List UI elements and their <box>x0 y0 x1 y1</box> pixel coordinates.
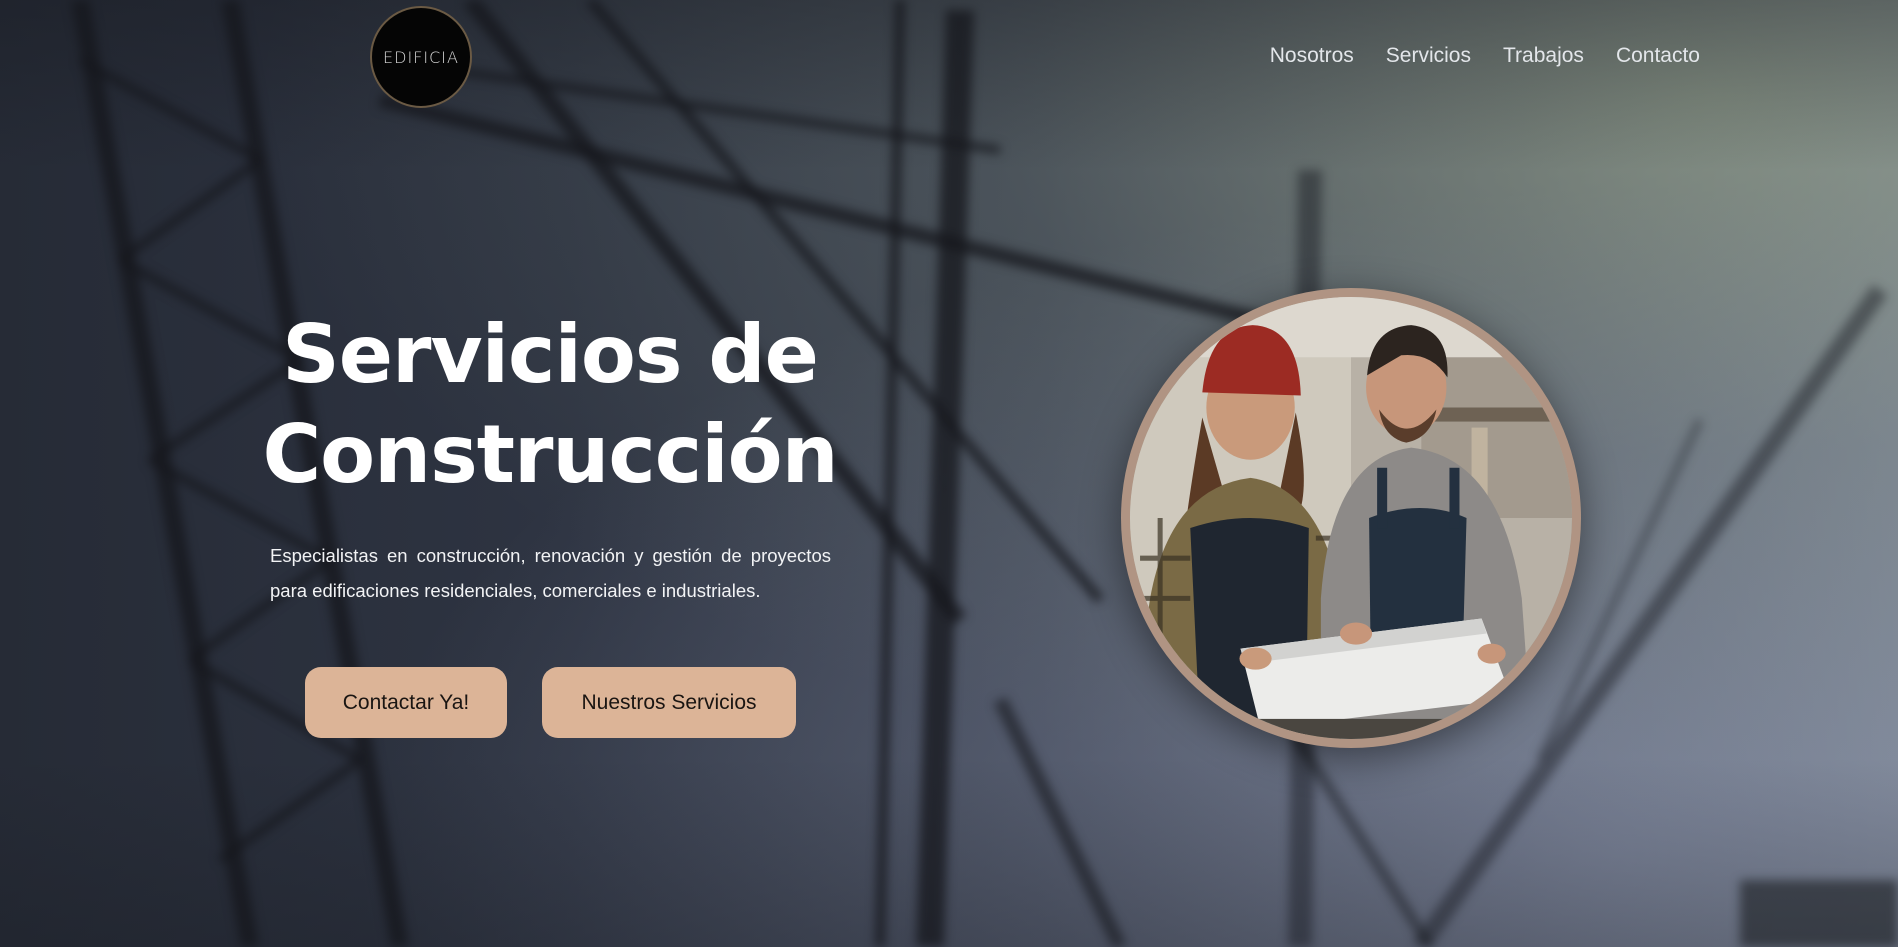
nav-link-servicios[interactable]: Servicios <box>1386 44 1471 68</box>
hero-title: Servicios de Construcción <box>250 305 850 505</box>
hero-title-line-1: Servicios de <box>282 308 819 401</box>
nav-link-contacto[interactable]: Contacto <box>1616 44 1700 68</box>
hero-description: Especialistas en construcción, renovació… <box>270 545 831 601</box>
logo-text: EDIFICIA <box>383 47 459 67</box>
nav-link-trabajos[interactable]: Trabajos <box>1503 44 1584 68</box>
hero-image-frame <box>1121 288 1581 748</box>
site-header: EDIFICIA Nosotros Servicios Trabajos Con… <box>0 0 1898 116</box>
main-nav: Nosotros Servicios Trabajos Contacto <box>1270 44 1700 68</box>
hero-title-line-2: Construcción <box>262 408 838 501</box>
workers-illustration <box>1130 297 1572 739</box>
our-services-button[interactable]: Nuestros Servicios <box>542 667 796 738</box>
contact-now-button[interactable]: Contactar Ya! <box>305 667 507 738</box>
nav-link-nosotros[interactable]: Nosotros <box>1270 44 1354 68</box>
workers-photo-icon <box>1130 297 1572 739</box>
logo[interactable]: EDIFICIA <box>370 6 472 108</box>
